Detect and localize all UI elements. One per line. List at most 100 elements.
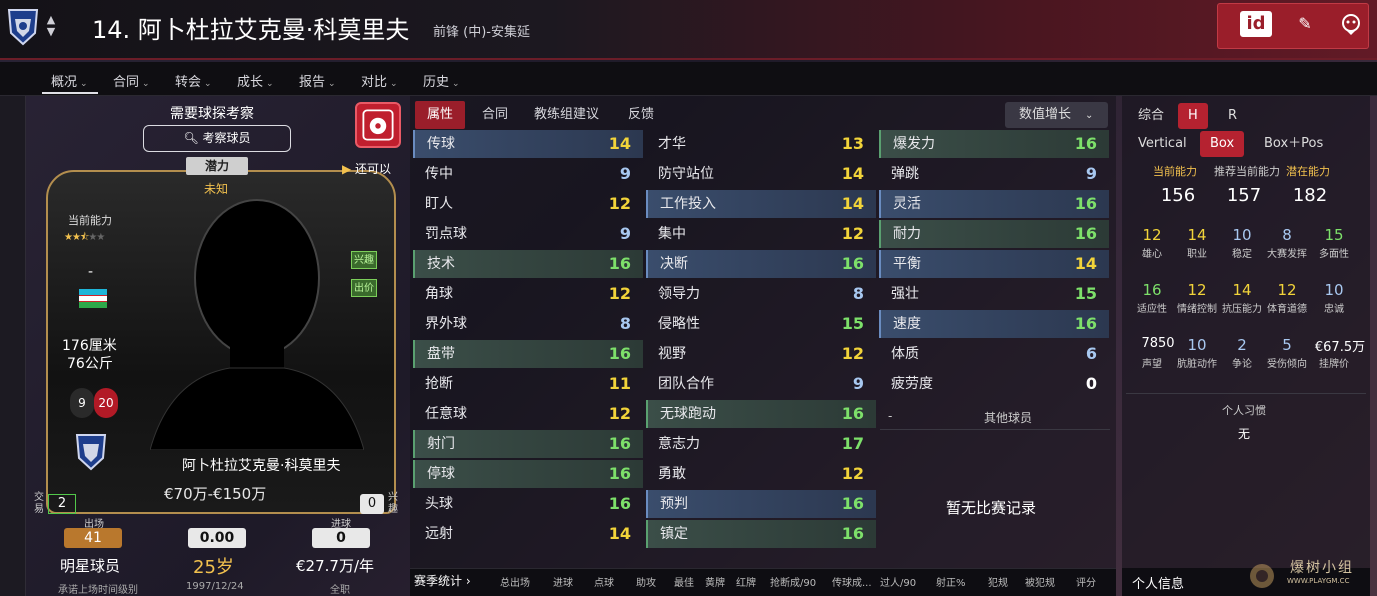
uzbekistan-flag-icon[interactable]: [79, 289, 107, 308]
attribute-row[interactable]: 界外球 8: [413, 310, 643, 338]
attribute-row[interactable]: 射门 16: [413, 430, 643, 458]
attribute-row[interactable]: 镇定 16: [646, 520, 876, 548]
season-stat-header[interactable]: 犯规: [988, 574, 1008, 589]
season-stat-header[interactable]: 评分: [1076, 574, 1096, 589]
season-stat-header[interactable]: 抢断成/90: [770, 574, 816, 589]
club-crest-icon[interactable]: [74, 432, 108, 472]
position-club-subtitle: 前锋 (中)-安集延: [433, 25, 530, 40]
interest-value[interactable]: 0: [360, 494, 384, 514]
attribute-row[interactable]: 体质 6: [879, 340, 1109, 368]
personality-value: 14: [1232, 281, 1252, 299]
attribute-row[interactable]: 防守站位 14: [646, 160, 876, 188]
season-stat-header[interactable]: 最佳: [674, 574, 694, 589]
personality-value: 10: [1187, 336, 1207, 354]
attribute-row[interactable]: 任意球 12: [413, 400, 643, 428]
tab-vertical[interactable]: Vertical: [1128, 131, 1197, 157]
wage-value[interactable]: €27.7万/年: [296, 555, 374, 576]
attribute-row[interactable]: 灵活 16: [879, 190, 1109, 218]
tab-r[interactable]: R: [1218, 103, 1247, 129]
nav-reports[interactable]: 报告 ⌄: [299, 71, 336, 90]
attribute-row[interactable]: 技术 16: [413, 250, 643, 278]
season-stat-header[interactable]: 射正%: [936, 574, 966, 589]
attribute-row[interactable]: 平衡 14: [879, 250, 1109, 278]
attribute-row[interactable]: 疲劳度 0: [879, 370, 1109, 398]
nav-overview[interactable]: 概况 ⌄: [51, 71, 88, 90]
attribute-row[interactable]: 罚点球 9: [413, 220, 643, 248]
attribute-row[interactable]: 团队合作 9: [646, 370, 876, 398]
attribute-row[interactable]: 无球跑动 16: [646, 400, 876, 428]
tab-overall[interactable]: 综合: [1128, 103, 1174, 129]
attribute-row[interactable]: 勇敢 12: [646, 460, 876, 488]
nav-contract[interactable]: 合同 ⌄: [113, 71, 150, 90]
interest-tag[interactable]: 兴趣: [351, 251, 377, 269]
attribute-row[interactable]: 头球 16: [413, 490, 643, 518]
tab-box-pos[interactable]: Box＋Pos: [1254, 131, 1333, 157]
attribute-row[interactable]: 耐力 16: [879, 220, 1109, 248]
season-stat-header[interactable]: 点球: [594, 574, 614, 589]
trade-value[interactable]: 2: [48, 494, 76, 514]
squad-status[interactable]: 明星球员: [60, 555, 120, 576]
season-stat-header[interactable]: 进球: [553, 574, 573, 589]
attribute-name: 抢断: [425, 376, 453, 392]
attribute-row[interactable]: 速度 16: [879, 310, 1109, 338]
personality-value: 2: [1237, 336, 1247, 354]
attribute-row[interactable]: 爆发力 16: [879, 130, 1109, 158]
season-stat-header[interactable]: 过人/90: [880, 574, 916, 589]
attribute-row[interactable]: 盯人 12: [413, 190, 643, 218]
habits-value: 无: [1238, 427, 1251, 441]
wage-caption: 全职: [330, 585, 350, 596]
season-stat-header[interactable]: 传球成...: [832, 574, 872, 589]
player-face-icon[interactable]: [1340, 12, 1362, 36]
current-ability-label: 当前能力: [68, 214, 112, 227]
attribute-row[interactable]: 传球 14: [413, 130, 643, 158]
player-role-badge-icon[interactable]: [355, 102, 401, 148]
habits-title: 个人习惯: [1222, 404, 1266, 417]
club-switch-chevrons-icon[interactable]: ▲ ▼: [44, 14, 58, 42]
attribute-row[interactable]: 才华 13: [646, 130, 876, 158]
attribute-row[interactable]: 意志力 17: [646, 430, 876, 458]
tab-coach-advice[interactable]: 教练组建议: [522, 101, 611, 129]
attribute-row[interactable]: 抢断 11: [413, 370, 643, 398]
season-stat-header[interactable]: 红牌: [736, 574, 756, 589]
attribute-row[interactable]: 集中 12: [646, 220, 876, 248]
also-can-label[interactable]: ▶ 还可以: [342, 160, 391, 177]
id-button[interactable]: id: [1240, 11, 1272, 37]
attribute-row[interactable]: 停球 16: [413, 460, 643, 488]
season-stat-header[interactable]: 黄牌: [705, 574, 725, 589]
nav-compare[interactable]: 对比 ⌄: [361, 71, 398, 90]
attribute-row[interactable]: 角球 12: [413, 280, 643, 308]
season-stat-header[interactable]: 被犯规: [1025, 574, 1055, 589]
compare-other-player[interactable]: - 其他球员: [880, 404, 1110, 430]
attribute-value: 16: [841, 494, 864, 513]
attribute-name: 界外球: [425, 316, 467, 332]
club-crest-icon[interactable]: [6, 7, 40, 47]
tab-attributes[interactable]: 属性: [415, 101, 466, 129]
sort-dropdown[interactable]: 数值增长 ⌄: [1005, 102, 1108, 128]
season-stat-header[interactable]: 助攻: [636, 574, 656, 589]
edit-pencil-icon[interactable]: ✎: [1294, 12, 1316, 36]
attribute-row[interactable]: 决断 16: [646, 250, 876, 278]
nav-history[interactable]: 历史 ⌄: [423, 71, 460, 90]
scout-player-button[interactable]: 🔍︎ 考察球员: [143, 125, 291, 152]
tab-h[interactable]: H: [1178, 103, 1208, 129]
bid-tag[interactable]: 出价: [351, 279, 377, 297]
attribute-row[interactable]: 盘带 16: [413, 340, 643, 368]
attribute-row[interactable]: 预判 16: [646, 490, 876, 518]
attribute-name: 任意球: [425, 406, 467, 422]
tab-contract[interactable]: 合同: [470, 101, 520, 129]
attribute-row[interactable]: 远射 14: [413, 520, 643, 548]
tab-feedback[interactable]: 反馈: [616, 101, 666, 129]
season-stats-title[interactable]: 赛季统计 ›: [414, 572, 471, 589]
attribute-row[interactable]: 领导力 8: [646, 280, 876, 308]
attribute-row[interactable]: 弹跳 9: [879, 160, 1109, 188]
attribute-row[interactable]: 传中 9: [413, 160, 643, 188]
personal-info-title[interactable]: 个人信息: [1132, 573, 1184, 592]
nav-transfer[interactable]: 转会 ⌄: [175, 71, 212, 90]
nav-development[interactable]: 成长 ⌄: [237, 71, 274, 90]
attribute-row[interactable]: 工作投入 14: [646, 190, 876, 218]
attribute-row[interactable]: 侵略性 15: [646, 310, 876, 338]
attribute-row[interactable]: 强壮 15: [879, 280, 1109, 308]
tab-box[interactable]: Box: [1200, 131, 1245, 157]
attribute-row[interactable]: 视野 12: [646, 340, 876, 368]
season-stat-header[interactable]: 总出场: [500, 574, 530, 589]
